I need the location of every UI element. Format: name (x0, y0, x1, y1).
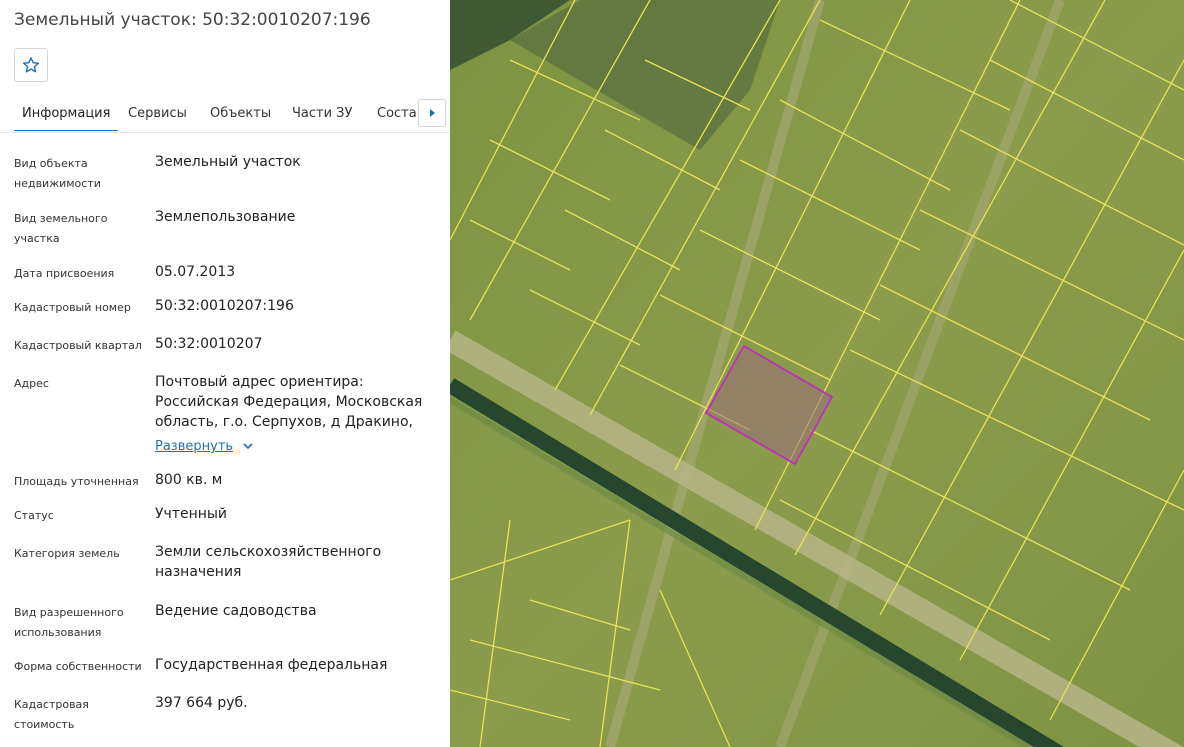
info-value: Земли сельскохозяйственного назначения (155, 544, 382, 580)
chevron-right-icon (430, 109, 435, 117)
page-title: Земельный участок: 50:32:0010207:196 (14, 10, 371, 30)
tab-objects[interactable]: Объекты (210, 96, 271, 131)
info-label: Кадастровый номер (14, 301, 131, 314)
info-value: 50:32:0010207 (155, 336, 263, 352)
tabs-scroll-button[interactable] (418, 99, 446, 127)
info-label: Кадастровая стоимость (14, 698, 89, 731)
info-label: Форма собственности (14, 660, 142, 673)
tab-composition[interactable]: Состав (377, 96, 420, 131)
info-value: Государственная федеральная (155, 657, 388, 673)
info-value: 50:32:0010207:196 (155, 298, 294, 314)
info-value: Почтовый адрес ориентира: Российская Фед… (155, 374, 423, 430)
expand-link-label[interactable]: Развернуть (155, 439, 233, 454)
info-value: Учтенный (155, 506, 228, 522)
info-panel: Земельный участок: 50:32:0010207:196 Инф… (0, 0, 450, 747)
info-label: Кадастровый квартал (14, 339, 142, 352)
map-canvas[interactable] (450, 0, 1184, 747)
info-label: Вид объекта недвижимости (14, 157, 101, 190)
tab-parts[interactable]: Части ЗУ (292, 96, 352, 131)
info-label: Дата присвоения (14, 267, 115, 280)
info-value: Ведение садоводства (155, 603, 317, 619)
tab-services[interactable]: Сервисы (128, 96, 187, 131)
satellite-map[interactable] (450, 0, 1184, 747)
info-value: 397 664 руб. (155, 695, 248, 711)
info-label: Вид земельного участка (14, 212, 108, 245)
tab-bar: Информация Сервисы Объекты Части ЗУ Сост… (0, 96, 450, 133)
info-label: Адрес (14, 377, 49, 390)
star-icon (22, 57, 40, 73)
chevron-down-icon (242, 443, 253, 450)
address-expand-link[interactable]: Развернуть (155, 436, 254, 457)
tab-information[interactable]: Информация (13, 96, 119, 131)
info-value: Землепользование (155, 209, 296, 225)
info-label: Вид разрешенного использования (14, 606, 124, 639)
info-label: Категория земель (14, 547, 120, 560)
info-value: 800 кв. м (155, 472, 223, 488)
info-label: Площадь уточненная (14, 475, 139, 488)
info-value: 05.07.2013 (155, 264, 236, 280)
favorite-button[interactable] (14, 48, 48, 82)
info-label: Статус (14, 509, 54, 522)
info-value: Земельный участок (155, 154, 301, 170)
